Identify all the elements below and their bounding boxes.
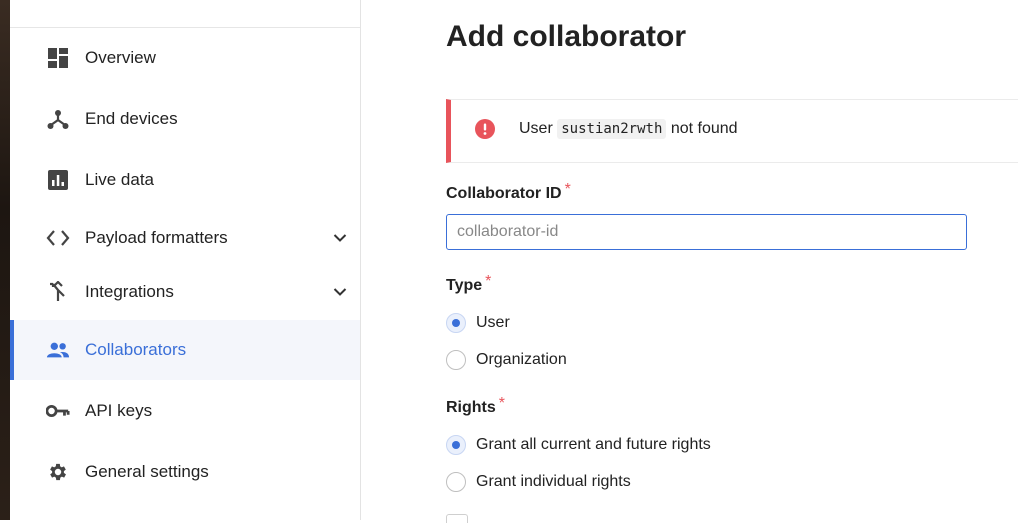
sidebar-item-label: Live data <box>85 170 154 189</box>
type-label: Type * <box>446 273 491 295</box>
type-radio-user[interactable]: User <box>446 313 510 333</box>
dashboard-icon <box>46 46 70 70</box>
alert-suffix: not found <box>670 120 738 137</box>
sidebar-item-collaborators[interactable]: Collaborators <box>10 320 360 380</box>
code-icon <box>46 226 70 250</box>
radio-label: User <box>476 314 510 331</box>
sidebar-item-payload-formatters[interactable]: Payload formatters <box>10 208 360 268</box>
required-mark: * <box>498 395 506 412</box>
gear-icon <box>46 460 70 484</box>
radio-label: Grant individual rights <box>476 473 631 490</box>
type-radio-organization[interactable]: Organization <box>446 350 567 370</box>
sidebar-item-label: Overview <box>85 48 156 67</box>
sidebar-item-label: Payload formatters <box>85 228 228 247</box>
sidebar-item-general-settings[interactable]: General settings <box>10 442 360 502</box>
sidebar-item-end-devices[interactable]: End devices <box>10 89 360 149</box>
page-title: Add collaborator <box>446 20 687 53</box>
radio-label: Organization <box>476 351 567 368</box>
chevron-down-icon[interactable] <box>330 282 350 302</box>
merge-icon <box>46 280 70 304</box>
sidebar: Overview End devices Live data Payload f… <box>10 0 361 520</box>
people-icon <box>46 338 70 362</box>
key-icon <box>46 399 70 423</box>
sidebar-item-overview[interactable]: Overview <box>10 28 360 88</box>
background-strip <box>0 0 10 520</box>
collaborator-id-input[interactable] <box>446 214 967 250</box>
collaborator-id-label-text: Collaborator ID <box>446 185 562 202</box>
radio-button[interactable] <box>446 350 466 370</box>
chevron-down-icon[interactable] <box>330 228 350 248</box>
required-mark: * <box>485 273 492 290</box>
radio-button[interactable] <box>446 313 466 333</box>
rights-radio-individual[interactable]: Grant individual rights <box>446 472 631 492</box>
radio-button[interactable] <box>446 435 466 455</box>
sidebar-item-label: API keys <box>85 401 153 420</box>
error-alert: User sustian2rwth not found <box>446 99 1018 163</box>
sidebar-item-label: Collaborators <box>85 340 187 359</box>
rights-label: Rights * <box>446 395 505 417</box>
sidebar-item-label: General settings <box>85 462 209 481</box>
alert-username: sustian2rwth <box>557 119 667 139</box>
alert-prefix: User <box>519 120 553 137</box>
radio-button[interactable] <box>446 472 466 492</box>
alert-message: User sustian2rwth not found <box>519 119 738 139</box>
sidebar-item-label: Integrations <box>85 282 174 301</box>
main-content: Add collaborator User sustian2rwth not f… <box>361 0 1018 523</box>
sidebar-item-live-data[interactable]: Live data <box>10 150 360 210</box>
error-icon <box>475 119 497 141</box>
type-label-text: Type <box>446 277 483 294</box>
collaborator-id-label: Collaborator ID * <box>446 181 571 203</box>
sidebar-item-api-keys[interactable]: API keys <box>10 381 360 441</box>
required-mark: * <box>564 181 571 198</box>
device-hub-icon <box>46 107 70 131</box>
rights-label-text: Rights <box>446 399 496 416</box>
radio-label: Grant all current and future rights <box>476 436 711 453</box>
rights-radio-grant-all[interactable]: Grant all current and future rights <box>446 435 711 455</box>
sidebar-item-integrations[interactable]: Integrations <box>10 262 360 322</box>
chart-icon <box>46 168 70 192</box>
sidebar-item-label: End devices <box>85 109 178 128</box>
checkbox[interactable] <box>446 514 468 523</box>
